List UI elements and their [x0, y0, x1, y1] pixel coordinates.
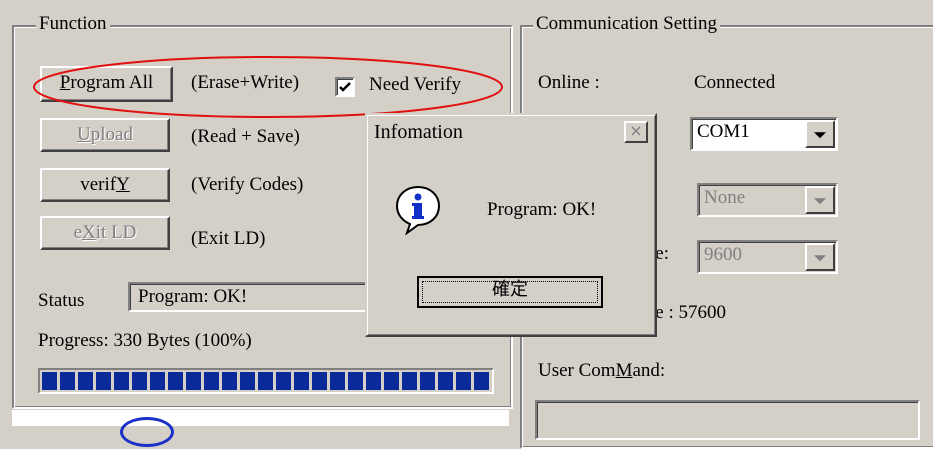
user-command-label: User ComMand:: [538, 360, 666, 381]
status-label: Status: [38, 290, 85, 311]
progress-block: [438, 372, 453, 390]
need-verify-label[interactable]: Need Verify: [369, 74, 461, 96]
rate-value: te : 57600: [650, 302, 726, 323]
progress-block: [474, 372, 489, 390]
progress-block: [312, 372, 327, 390]
verify-desc: (Verify Codes): [191, 174, 304, 195]
status-value: Program: OK!: [138, 286, 248, 307]
close-icon[interactable]: ×: [624, 121, 648, 143]
progress-block: [366, 372, 381, 390]
program-all-desc: (Erase+Write): [191, 72, 300, 93]
progress-block: [150, 372, 165, 390]
progress-block: [456, 372, 471, 390]
progress-block: [276, 372, 291, 390]
progress-bar: [38, 368, 494, 394]
baud-value: 9600: [704, 244, 742, 265]
chevron-down-icon[interactable]: [805, 243, 835, 271]
exit-ld-button[interactable]: eXit LD: [40, 216, 170, 250]
dialog-titlebar[interactable]: Infomation ×: [370, 118, 652, 148]
progress-block: [294, 372, 309, 390]
progress-block: [384, 372, 399, 390]
progress-block: [222, 372, 237, 390]
upload-button[interactable]: Upload: [40, 118, 170, 152]
logo-icon: [120, 417, 174, 447]
parity-value: None: [704, 187, 746, 208]
status-field: Program: OK!: [128, 282, 378, 312]
ok-button[interactable]: 確定: [417, 276, 603, 308]
progress-fill: [42, 372, 489, 390]
chevron-down-icon[interactable]: [805, 186, 835, 214]
port-value: COM1: [697, 121, 750, 142]
checkmark-icon: [339, 82, 351, 92]
progress-block: [168, 372, 183, 390]
progress-block: [132, 372, 147, 390]
progress-block: [240, 372, 255, 390]
exit-ld-desc: (Exit LD): [191, 228, 266, 249]
info-icon: [395, 185, 441, 236]
logo-panel: [12, 410, 509, 426]
dialog-title: Infomation: [374, 121, 463, 143]
chevron-down-icon[interactable]: [805, 120, 835, 148]
progress-block: [96, 372, 111, 390]
progress-block: [330, 372, 345, 390]
verify-button[interactable]: verifY: [40, 168, 170, 202]
progress-block: [42, 372, 57, 390]
progress-block: [204, 372, 219, 390]
ok-label: 確定: [492, 279, 528, 300]
progress-block: [402, 372, 417, 390]
need-verify-checkbox[interactable]: [335, 77, 355, 97]
upload-desc: (Read + Save): [191, 126, 300, 147]
dialog-message: Program: OK!: [487, 199, 597, 220]
progress-block: [186, 372, 201, 390]
online-value: Connected: [694, 72, 776, 93]
function-group-title: Function: [36, 13, 110, 35]
progress-block: [114, 372, 129, 390]
progress-block: [258, 372, 273, 390]
progress-block: [78, 372, 93, 390]
port-combo[interactable]: COM1: [690, 117, 838, 151]
comm-group-title: Communication Setting: [533, 13, 721, 35]
progress-block: [348, 372, 363, 390]
user-command-field[interactable]: [535, 400, 920, 440]
information-dialog: Infomation × Program: OK! 確定: [365, 113, 657, 337]
progress-block: [60, 372, 75, 390]
baud-combo[interactable]: 9600: [697, 240, 838, 274]
progress-block: [420, 372, 435, 390]
online-label: Online :: [538, 72, 600, 93]
program-all-button[interactable]: Program All: [40, 66, 173, 102]
progress-label: Progress: 330 Bytes (100%): [38, 330, 252, 351]
parity-combo[interactable]: None: [697, 183, 838, 217]
